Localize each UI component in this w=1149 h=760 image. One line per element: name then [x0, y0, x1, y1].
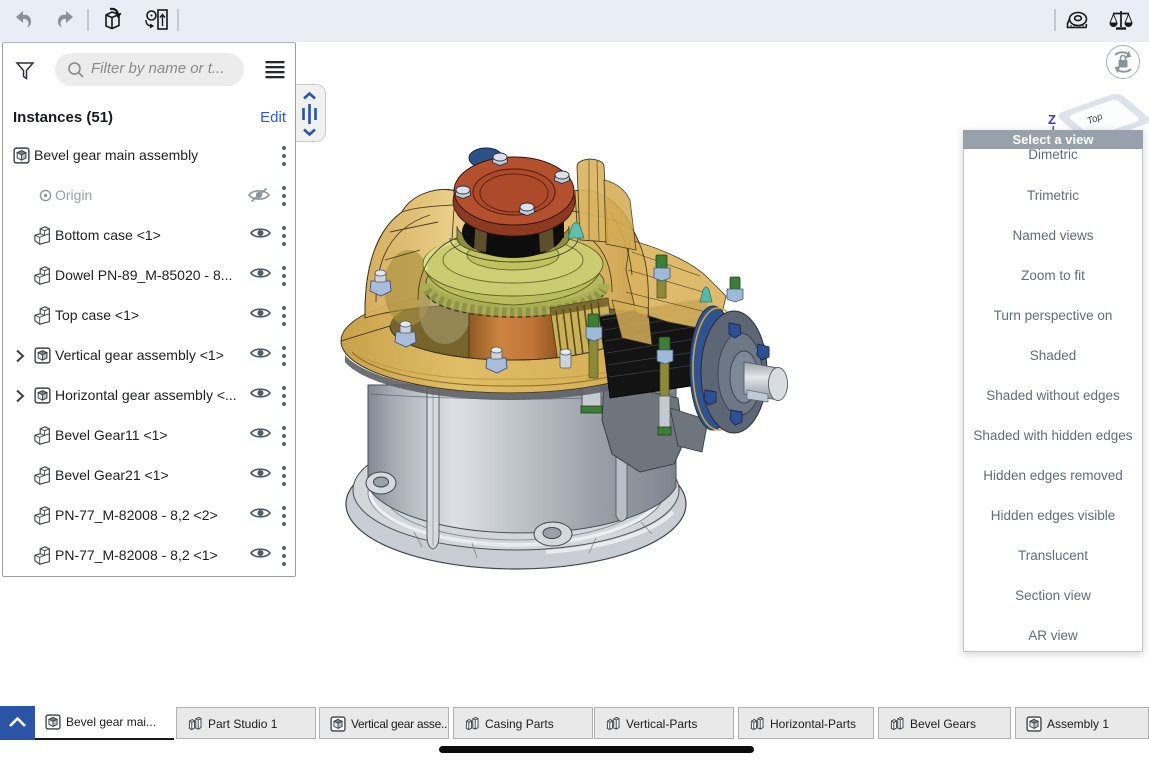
- svg-text:Z: Z: [1048, 112, 1056, 127]
